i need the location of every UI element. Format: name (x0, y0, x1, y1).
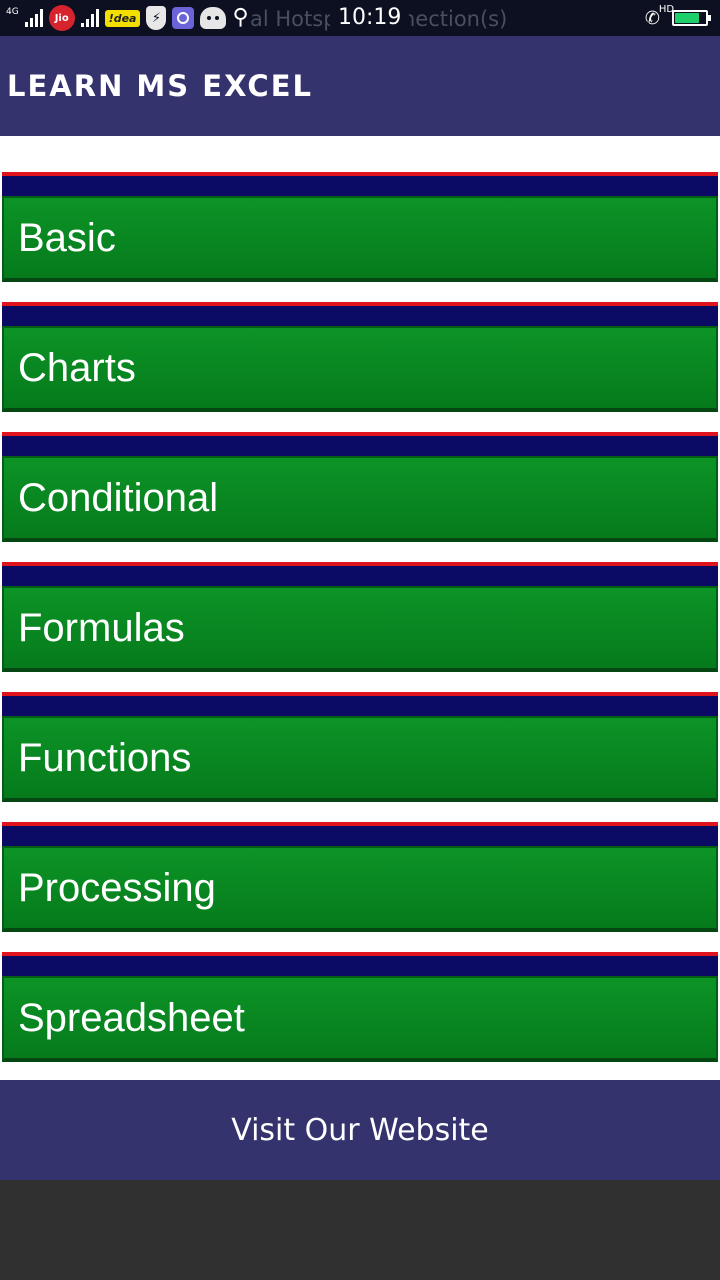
signal-strength-icon (24, 9, 43, 27)
menu-item-label: Processing (18, 865, 216, 910)
spreadsheet-button[interactable]: Spreadsheet (2, 976, 718, 1062)
charts-button[interactable]: Charts (2, 326, 718, 412)
menu-item-label: Functions (18, 735, 192, 780)
status-clock: 10:19 (330, 5, 410, 30)
bottom-area (0, 1180, 720, 1280)
app-bar: LEARN MS EXCEL (0, 36, 720, 136)
shield-icon: ⚡ (146, 6, 167, 30)
signal-strength-icon-2 (80, 9, 99, 27)
visit-website-label: Visit Our Website (231, 1112, 489, 1148)
status-left-icons: 4G Jio !dea ⚡ ⚲ (6, 4, 249, 32)
topic-menu: Basic Charts Conditional Formulas Functi… (2, 172, 718, 1082)
menu-item-formulas: Formulas (2, 562, 718, 672)
idea-carrier-icon: !dea (104, 9, 141, 27)
conditional-button[interactable]: Conditional (2, 456, 718, 542)
menu-item-basic: Basic (2, 172, 718, 282)
battery-icon (672, 10, 711, 26)
vpn-icon (172, 7, 195, 29)
android-icon (200, 7, 227, 29)
jio-carrier-icon: Jio (48, 5, 75, 31)
app-screen: 4G Jio !dea ⚡ ⚲ al Hotspot connection(s)… (0, 0, 720, 1280)
battery-fill (675, 13, 699, 23)
menu-item-label: Conditional (18, 475, 219, 520)
menu-item-label: Basic (18, 215, 116, 260)
network-type-label: 4G (6, 6, 19, 17)
menu-item-label: Spreadsheet (18, 995, 245, 1040)
usb-icon: ⚲ (232, 5, 249, 30)
processing-button[interactable]: Processing (2, 846, 718, 932)
status-right-icons: ✆ HD (644, 3, 711, 32)
menu-item-label: Charts (18, 345, 136, 390)
menu-item-charts: Charts (2, 302, 718, 412)
menu-item-conditional: Conditional (2, 432, 718, 542)
status-bar: 4G Jio !dea ⚡ ⚲ al Hotspot connection(s)… (0, 0, 720, 36)
functions-button[interactable]: Functions (2, 716, 718, 802)
menu-item-label: Formulas (18, 605, 185, 650)
visit-website-button[interactable]: Visit Our Website (0, 1080, 720, 1180)
menu-item-spreadsheet: Spreadsheet (2, 952, 718, 1062)
formulas-button[interactable]: Formulas (2, 586, 718, 672)
basic-button[interactable]: Basic (2, 196, 718, 282)
hd-call-icon: ✆ HD (644, 3, 675, 29)
menu-item-functions: Functions (2, 692, 718, 802)
page-title: LEARN MS EXCEL (7, 69, 313, 103)
menu-item-processing: Processing (2, 822, 718, 932)
